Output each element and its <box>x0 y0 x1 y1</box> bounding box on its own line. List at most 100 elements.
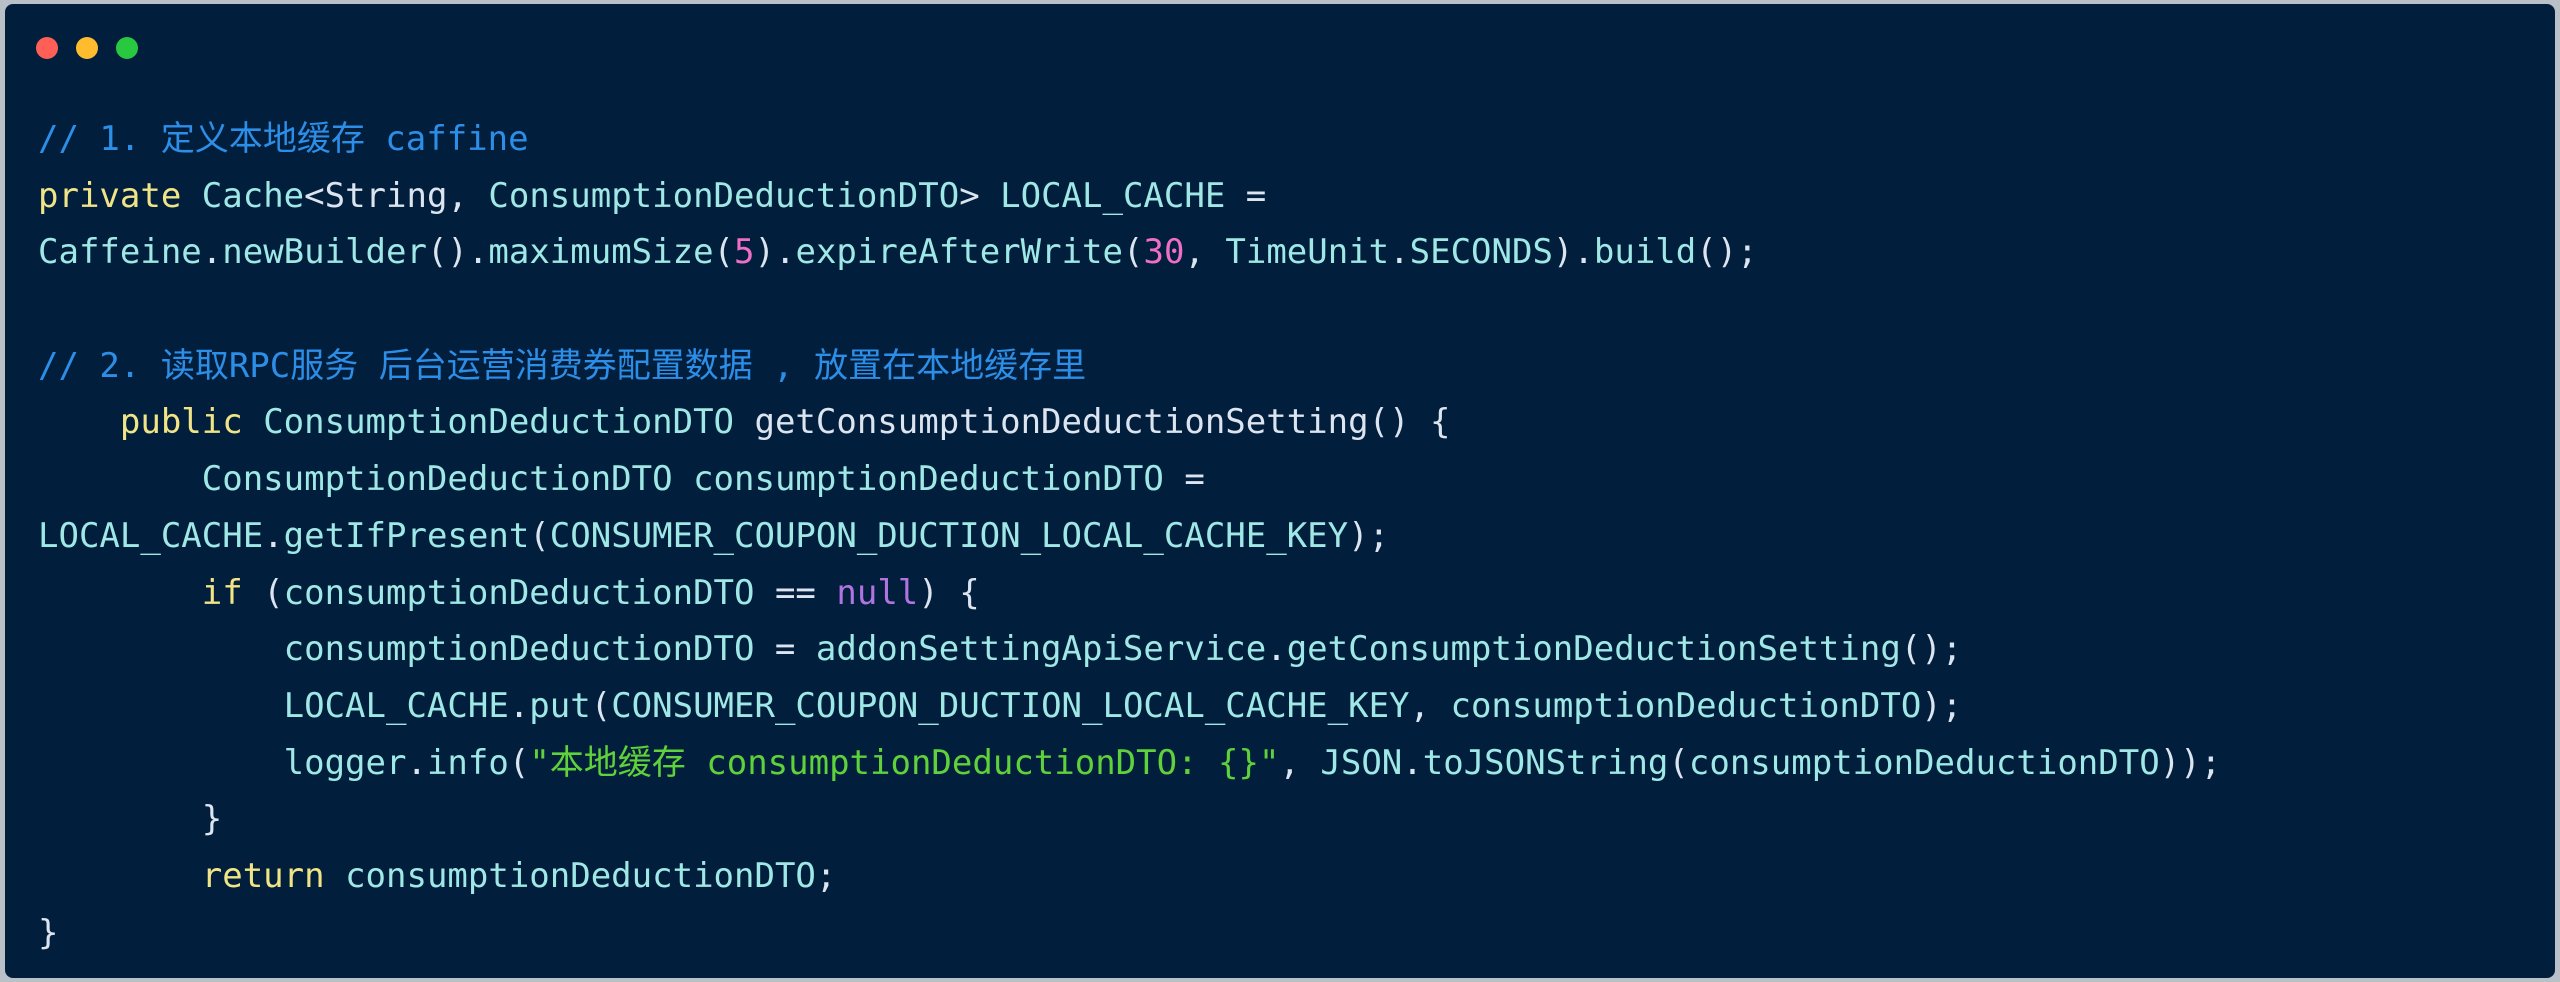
code-token-string: "本地缓存 consumptionDeductionDTO: {}" <box>529 742 1280 783</box>
code-token-comment: // 1. 定义本地缓存 caffine <box>38 119 529 159</box>
code-token-plain: ( <box>242 572 284 613</box>
code-token-null: null <box>836 572 919 613</box>
code-token-plain: ( <box>529 515 550 556</box>
code-token-plain: ) { <box>918 572 980 613</box>
code-line: if (consumptionDeductionDTO == null) { <box>38 565 2221 622</box>
code-line: LOCAL_CACHE.getIfPresent(CONSUMER_COUPON… <box>38 508 2221 565</box>
code-token-plain: (); <box>1900 629 1963 670</box>
code-token-comment: // 2. 读取RPC服务 后台运营消费券配置数据 , 放置在本地缓存里 <box>38 345 1087 386</box>
code-line: } <box>38 791 2221 848</box>
code-token-plain: . <box>508 685 530 726</box>
code-token-plain: = <box>754 629 816 670</box>
code-token-keyword: public <box>119 402 243 443</box>
code-token-plain: )); <box>2159 742 2222 783</box>
code-token-type: Cache <box>201 175 305 216</box>
minimize-button[interactable] <box>76 37 98 59</box>
code-token-plain: ( <box>1122 232 1144 273</box>
close-button[interactable] <box>36 37 58 59</box>
code-token-type: CONSUMER_COUPON_DUCTION_LOCAL_CACHE_KEY <box>549 515 1349 556</box>
code-token-plain: . <box>406 742 427 783</box>
window-titlebar <box>5 4 2555 84</box>
code-token-type: build <box>1593 232 1697 273</box>
code-token-plain: . <box>201 232 223 273</box>
code-token-type: expireAfterWrite <box>795 232 1123 273</box>
maximize-button[interactable] <box>116 37 138 59</box>
code-line: ConsumptionDeductionDTO consumptionDeduc… <box>38 451 2221 508</box>
code-token-plain: . <box>1402 742 1423 783</box>
code-token-plain: . <box>263 515 284 556</box>
code-block: // 1. 定义本地缓存 caffine private Cache<String… <box>38 111 2221 961</box>
code-token-plain: , <box>1279 742 1321 783</box>
code-token-type: maximumSize <box>488 232 714 273</box>
code-token-plain: ); <box>1921 685 1963 726</box>
code-token-type: LOCAL_CACHE <box>38 515 264 556</box>
code-line: LOCAL_CACHE.put(CONSUMER_COUPON_DUCTION_… <box>38 678 2221 735</box>
code-token-plain: (). <box>426 232 489 273</box>
code-token-plain: ); <box>1348 515 1390 556</box>
code-token-type: getConsumptionDeductionSetting <box>1286 629 1901 670</box>
code-token-type: put <box>529 685 591 726</box>
code-token-type: consumptionDeductionDTO <box>1688 742 2160 783</box>
code-line: private Cache<String, ConsumptionDeducti… <box>38 168 2221 225</box>
code-token-plain: . <box>1266 629 1287 670</box>
code-token-type: LOCAL_CACHE <box>283 685 509 726</box>
code-line: // 2. 读取RPC服务 后台运营消费券配置数据 , 放置在本地缓存里 <box>38 338 2221 395</box>
code-token-plain: = <box>1225 175 1267 216</box>
code-token-type: ConsumptionDeductionDTO <box>263 402 735 443</box>
code-line: // 1. 定义本地缓存 caffine <box>38 111 2221 168</box>
code-token-plain: , <box>1184 232 1226 273</box>
code-token-type: Caffeine <box>38 232 202 273</box>
code-token-keyword: return <box>201 855 325 896</box>
code-token-plain: ( <box>590 685 612 726</box>
code-token-type: JSON <box>1320 742 1403 783</box>
code-token-type: consumptionDeductionDTO <box>283 572 755 613</box>
code-token-type: consumptionDeductionDTO <box>345 855 816 896</box>
code-token-plain: . <box>1389 232 1410 273</box>
code-token-type: consumptionDeductionDTO <box>283 629 755 670</box>
code-token-type: consumptionDeductionDTO <box>1450 685 1922 726</box>
code-token-type: ConsumptionDeductionDTO <box>488 175 960 216</box>
code-token-plain: } <box>38 912 59 953</box>
code-token-type: logger <box>283 742 407 783</box>
code-token-type: LOCAL_CACHE <box>1000 175 1226 216</box>
code-line: consumptionDeductionDTO = addonSettingAp… <box>38 621 2221 678</box>
code-token-type: getIfPresent <box>283 515 530 556</box>
code-token-plain: ( <box>713 232 735 273</box>
code-line: public ConsumptionDeductionDTO getConsum… <box>38 394 2221 451</box>
code-token-type: toJSONString <box>1422 742 1669 783</box>
code-token-type: CONSUMER_COUPON_DUCTION_LOCAL_CACHE_KEY <box>611 685 1410 726</box>
code-token-number: 5 <box>734 232 755 273</box>
code-token-plain: } <box>38 799 223 840</box>
code-token-keyword: if <box>201 572 243 613</box>
code-token-plain: ). <box>754 232 796 273</box>
code-token-keyword: private <box>38 175 182 216</box>
code-token-plain: ). <box>1552 232 1594 273</box>
code-token-plain: <String, <box>304 175 489 216</box>
code-token-plain: ( <box>508 742 530 783</box>
code-token-type: TimeUnit <box>1225 232 1390 273</box>
code-line: logger.info("本地缓存 consumptionDeductionDT… <box>38 735 2221 792</box>
code-token-plain: , <box>1409 685 1451 726</box>
code-token-plain: (); <box>1696 232 1758 273</box>
code-window: // 1. 定义本地缓存 caffine private Cache<String… <box>5 4 2555 978</box>
code-line: } <box>38 905 2221 962</box>
code-line: return consumptionDeductionDTO; <box>38 848 2221 905</box>
code-token-type: info <box>426 742 509 783</box>
code-token-plain: ; <box>815 855 837 896</box>
code-token-plain: ( <box>1668 742 1689 783</box>
code-token-type: newBuilder <box>222 232 427 273</box>
code-token-plain: == <box>754 572 837 613</box>
code-token-plain: > <box>959 175 1001 216</box>
code-line: Caffeine.newBuilder().maximumSize(5).exp… <box>38 224 2221 281</box>
code-token-type: consumptionDeductionDTO <box>693 459 1164 500</box>
